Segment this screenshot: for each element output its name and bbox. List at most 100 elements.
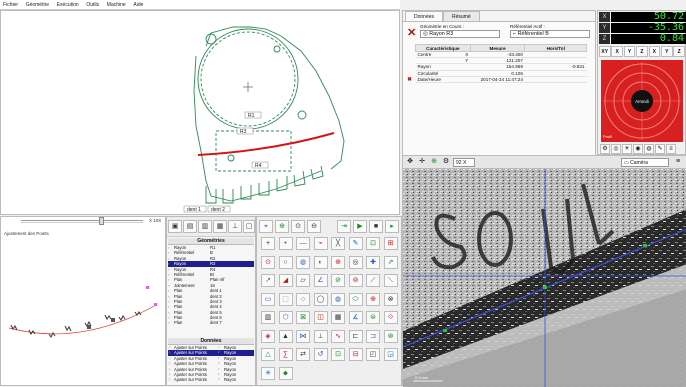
joystick-control[interactable]: Arrondi Profil [601, 60, 683, 142]
measure-tool-icon[interactable]: ⌁ [313, 237, 328, 250]
dro-axis-button[interactable]: XY [599, 46, 611, 57]
measure-tool-icon[interactable]: ⊕ [366, 292, 380, 306]
cube-top-icon[interactable]: ▦ [213, 220, 227, 233]
measure-tool-icon[interactable]: ∑ [278, 348, 293, 361]
measure-tool-icon[interactable]: ⊐ [366, 329, 380, 343]
measure-tool-icon[interactable]: ⊠ [296, 311, 310, 324]
joystick-center-label[interactable]: Arrondi [635, 99, 649, 104]
measure-tool-icon[interactable]: ✳ [261, 366, 275, 380]
measure-tool-icon[interactable]: ⬡ [278, 311, 293, 324]
menu-execution[interactable]: Exécution [54, 0, 82, 8]
zoom-camera-icon[interactable]: ⊕ [429, 157, 439, 167]
measure-tool-icon[interactable]: ↗ [261, 274, 275, 287]
cube-view-icon[interactable]: ▣ [168, 220, 182, 233]
tools-icon[interactable]: ✎ [655, 144, 665, 154]
measure-tool-icon[interactable]: ◈ [261, 329, 275, 343]
measure-tool-icon[interactable]: ✎ [348, 237, 363, 250]
cad-drawing-view[interactable]: R1 R3 R4 dent 1 dent 2 [0, 10, 400, 215]
menu-machine[interactable]: Machine [104, 0, 129, 8]
measure-tool-icon[interactable]: ∠ [313, 274, 328, 287]
measure-tool-icon[interactable]: ↺ [313, 348, 328, 361]
geometry-row[interactable]: ◦ Plan dent 7 [168, 320, 254, 325]
measure-tool-icon[interactable]: ▲ [278, 329, 293, 343]
measure-tool-icon[interactable]: ⇄ [296, 348, 310, 361]
label-dent1[interactable]: dent 1 [187, 207, 201, 213]
measure-tool-icon[interactable]: ⊜ [366, 311, 380, 324]
stop-icon[interactable]: ■ [369, 220, 383, 233]
zoom-slider-handle[interactable] [99, 217, 104, 225]
measure-tool-icon[interactable]: ⊡ [366, 237, 380, 250]
measure-tool-icon[interactable]: — [296, 237, 310, 250]
measure-tool-icon[interactable]: ╳ [331, 237, 345, 250]
measure-tool-icon[interactable]: ◍ [296, 255, 310, 269]
dro-axis-button[interactable]: X [648, 46, 661, 57]
measure-tool-icon[interactable]: ⟐ [383, 311, 398, 324]
measure-tool-icon[interactable]: ◍ [331, 292, 345, 306]
measure-tool-icon[interactable]: • [278, 237, 293, 250]
measure-tool-icon[interactable]: ◎ [348, 255, 363, 269]
measure-tool-icon[interactable]: ▱ [296, 274, 310, 287]
measure-tool-icon[interactable]: ⊟ [348, 348, 363, 361]
menu-icon[interactable]: ≡ [666, 144, 676, 154]
axis-y-label[interactable]: Y [599, 23, 610, 33]
measure-tool-icon[interactable]: △ [261, 348, 275, 361]
run-program-icon[interactable]: ⇥ [337, 220, 351, 233]
target-small-icon[interactable]: ◎ [611, 144, 621, 154]
zoom-out-icon[interactable]: ⊖ [307, 220, 321, 233]
label-r3[interactable]: R3 [240, 129, 247, 135]
data-row[interactable]: ⁘ Ajuster sur Points ◜ Rayon [168, 377, 254, 382]
measure-tool-icon[interactable]: ⟋ [366, 274, 380, 287]
axes-icon[interactable]: ⊥ [228, 220, 242, 233]
menu-help[interactable]: Aide [130, 0, 146, 8]
axis-x-label[interactable]: X [599, 12, 610, 22]
gear-icon[interactable]: ⚙ [600, 144, 610, 154]
joystick-corner-label[interactable]: Profil [603, 134, 612, 139]
measure-tool-icon[interactable]: ⋈ [296, 329, 310, 343]
measure-tool-icon[interactable]: ◐ [313, 255, 328, 269]
camera-image[interactable]: 0.5 mm [403, 169, 686, 387]
settings-camera-icon[interactable]: ⚙ [441, 157, 451, 167]
measure-tool-icon[interactable]: ⊛ [383, 329, 398, 343]
dro-axis-button[interactable]: X [611, 46, 623, 57]
tab-donnees[interactable]: Données [405, 11, 444, 21]
step-forward-icon[interactable]: ▸ [385, 220, 399, 233]
cube-side-icon[interactable]: ▥ [198, 220, 212, 233]
measure-tool-icon[interactable]: ⊞ [383, 237, 398, 250]
measure-tool-icon[interactable]: ⊚ [348, 274, 363, 287]
probe-tool-icon[interactable]: ⌖ [259, 220, 273, 233]
measure-tool-icon[interactable]: + [261, 237, 275, 250]
measure-tool-icon[interactable]: ⊗ [383, 292, 398, 306]
measure-tool-icon[interactable]: ◫ [313, 311, 328, 324]
measure-tool-icon[interactable]: ⬚ [278, 292, 293, 306]
dro-axis-button[interactable]: Y [661, 46, 673, 57]
tab-resume[interactable]: Résumé [443, 11, 480, 21]
measure-tool-icon[interactable]: ∡ [348, 311, 363, 324]
measure-tool-icon[interactable]: ⊕ [331, 255, 345, 269]
menu-geometry[interactable]: Géométrie [23, 0, 52, 8]
label-r1[interactable]: R1 [248, 113, 255, 119]
move-icon[interactable]: ✥ [405, 157, 415, 167]
cube-front-icon[interactable]: ▤ [183, 220, 197, 233]
label-dent2[interactable]: dent 2 [211, 207, 225, 213]
axis-z-label[interactable]: Z [599, 34, 610, 44]
result-row[interactable]: Date/Heure 2017-04-24 11:47:24 [415, 76, 587, 83]
measure-tool-icon[interactable]: ⬥ [278, 366, 293, 380]
measure-tool-icon[interactable]: ⟂ [313, 329, 328, 343]
measure-tool-icon[interactable]: ◯ [313, 292, 328, 306]
measure-tool-icon[interactable]: ✚ [366, 255, 380, 269]
measure-tool-icon[interactable]: ○ [296, 292, 310, 306]
close-x-icon[interactable]: ✕ [407, 28, 416, 39]
dro-axis-button[interactable]: Z [636, 46, 648, 57]
focus-icon[interactable]: ◍ [644, 144, 654, 154]
fit-points-plot[interactable] [1, 257, 167, 387]
measure-tool-icon[interactable]: ⬭ [348, 292, 363, 306]
measure-tool-icon[interactable]: ⊘ [331, 274, 345, 287]
light-icon[interactable]: ☀ [622, 144, 632, 154]
dro-axis-button[interactable]: Y [623, 46, 636, 57]
measure-tool-icon[interactable]: ▥ [261, 311, 275, 324]
measure-tool-icon[interactable]: ○ [278, 255, 293, 269]
measure-tool-icon[interactable]: ◢ [278, 274, 293, 287]
measure-tool-icon[interactable]: ◰ [366, 348, 380, 361]
play-icon[interactable]: ▶ [353, 220, 367, 233]
active-reference-select[interactable]: ⌐ Référentiel B [510, 30, 590, 38]
